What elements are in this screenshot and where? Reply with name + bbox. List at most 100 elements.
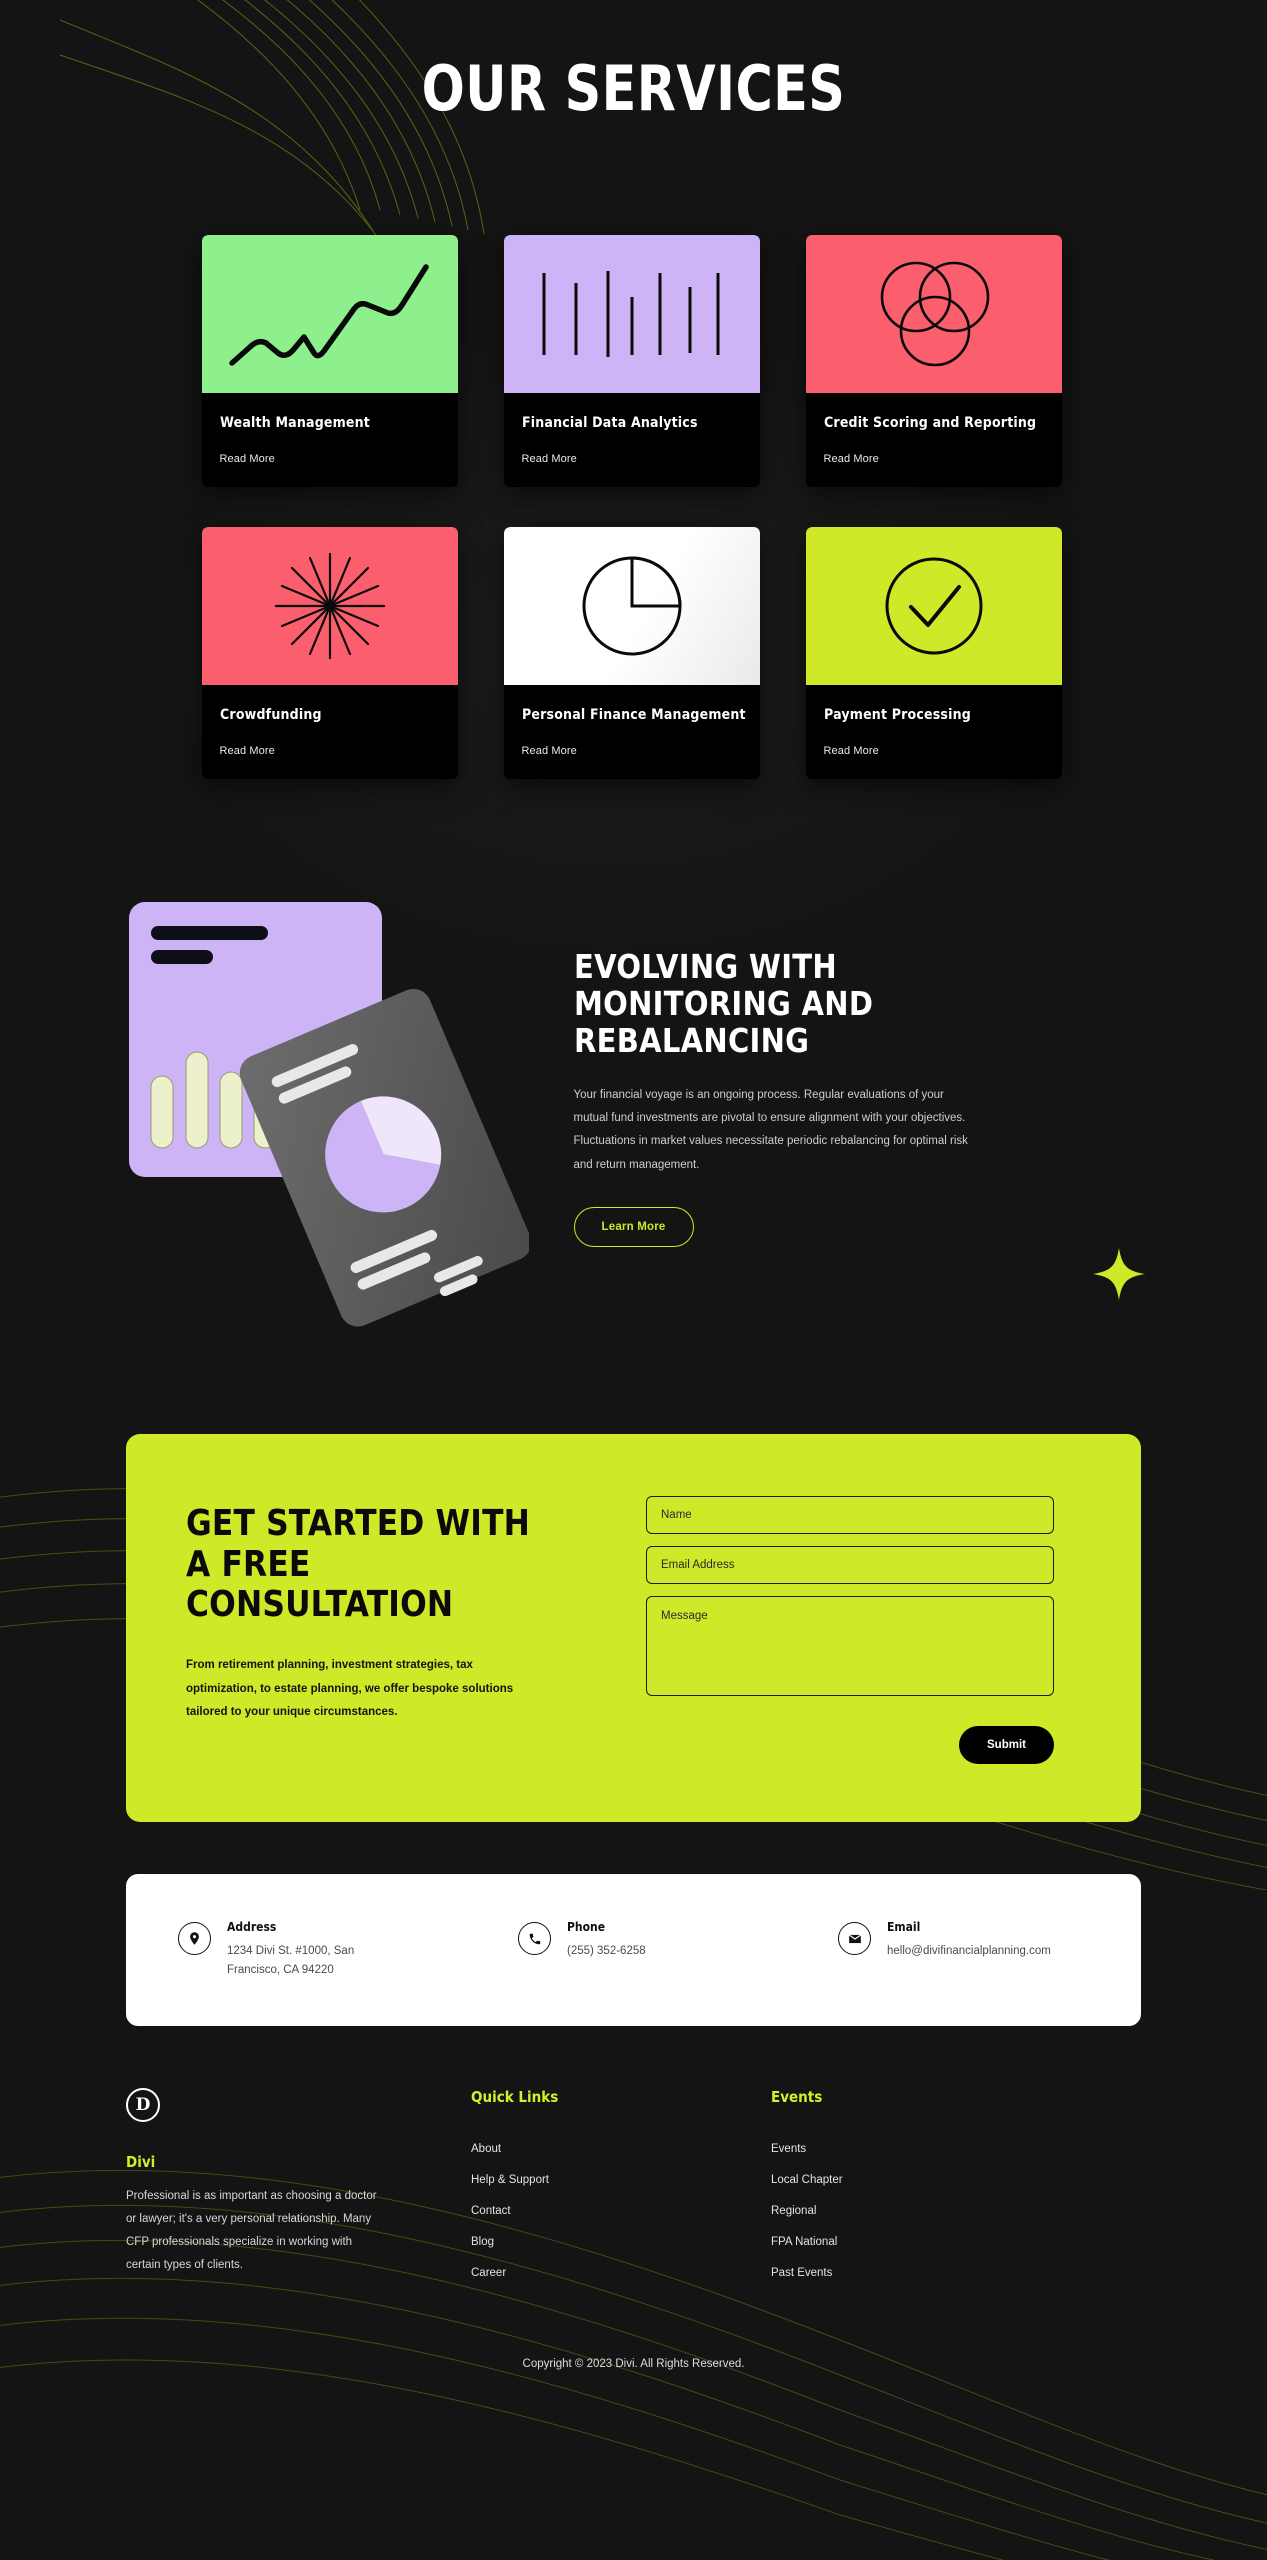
service-card[interactable]: Wealth Management Read More [201, 235, 458, 487]
page-root: OUR SERVICES Wealth Management Read More F… [0, 0, 1267, 2560]
starburst-icon [201, 527, 458, 685]
location-pin-icon [178, 1922, 211, 1955]
cta-heading: GET STARTED WITH A FREE CONSULTATION [186, 1503, 531, 1626]
footer-events-column: Events Events Local Chapter Regional FPA Na… [771, 2088, 1071, 2294]
footer-quicklinks-column: Quick Links About Help & Support Contact Bl… [471, 2088, 771, 2294]
learn-more-button[interactable]: Learn More [573, 1206, 694, 1247]
footer-list-item: FPA National [771, 2232, 1071, 2250]
contact-bar: Address 1234 Divi St. #1000, San Francisc… [126, 1874, 1141, 2026]
contact-item-label: Phone [567, 1920, 606, 1934]
contact-item-text: Email hello@divifinancialplanning.com [887, 1920, 1051, 1980]
footer-list-item: Contact [471, 2201, 771, 2219]
phone-icon [518, 1922, 551, 1955]
footer-list-item: Career [471, 2263, 771, 2281]
submit-row: Submit [646, 1726, 1054, 1764]
footer-link[interactable]: Local Chapter [771, 2174, 843, 2186]
services-section: Wealth Management Read More Financial Data… [0, 120, 1267, 970]
message-input[interactable] [646, 1596, 1054, 1696]
footer-link[interactable]: Contact [471, 2205, 511, 2217]
footer-list-item: About [471, 2139, 771, 2157]
submit-button[interactable]: Submit [959, 1726, 1054, 1764]
evolving-section: EVOLVING WITH MONITORING AND REBALANCING… [128, 894, 1145, 1354]
footer-list-item: Local Chapter [771, 2170, 1071, 2188]
service-card[interactable]: Payment Processing Read More [805, 527, 1062, 779]
envelope-icon [838, 1922, 871, 1955]
contact-item-label: Email [887, 1920, 921, 1934]
contact-item-label: Address [227, 1920, 277, 1934]
venn-circles-icon [805, 235, 1062, 393]
service-card[interactable]: Personal Finance Management Read More [503, 527, 760, 779]
footer-description: Professional is as important as choosing… [126, 2189, 377, 2271]
footer-brand-name: Divi [126, 2152, 156, 2171]
consultation-form: Submit [646, 1496, 1054, 1764]
services-grid: Wealth Management Read More Financial Data… [201, 235, 1066, 779]
service-card-title: Wealth Management [219, 415, 370, 431]
contact-item: Address 1234 Divi St. #1000, San Francisc… [178, 1920, 518, 1980]
evolving-heading: EVOLVING WITH MONITORING AND REBALANCING [573, 947, 873, 1060]
consultation-cta: GET STARTED WITH A FREE CONSULTATION Fro… [126, 1434, 1141, 1822]
footer-list-item: Blog [471, 2232, 771, 2250]
footer-link[interactable]: FPA National [771, 2236, 837, 2248]
events-list: Events Local Chapter Regional FPA National P… [771, 2139, 1071, 2281]
service-card-title: Financial Data Analytics [521, 415, 698, 431]
hero-section: OUR SERVICES [0, 0, 1267, 120]
contact-item-text: Phone (255) 352-6258 [567, 1920, 646, 1980]
read-more-link[interactable]: Read More [824, 453, 1044, 465]
footer-link[interactable]: Events [771, 2143, 806, 2155]
service-card[interactable]: Financial Data Analytics Read More [503, 235, 760, 487]
service-card-body: Credit Scoring and Reporting Read More [805, 393, 1062, 487]
footer-link[interactable]: Help & Support [471, 2174, 549, 2186]
service-card[interactable]: Crowdfunding Read More [201, 527, 458, 779]
service-card-title: Credit Scoring and Reporting [823, 415, 1036, 431]
service-card[interactable]: Credit Scoring and Reporting Read More [805, 235, 1062, 487]
divi-logo-icon: D [126, 2087, 160, 2122]
service-card-title: Personal Finance Management [521, 707, 746, 723]
cta-paragraph: From retirement planning, investment str… [186, 1659, 514, 1719]
events-heading: Events [771, 2087, 823, 2106]
footer-link[interactable]: About [471, 2143, 501, 2155]
site-footer: D Divi Professional is as important as c… [126, 2087, 1141, 2324]
contact-item-value[interactable]: (255) 352-6258 [567, 1942, 646, 1961]
quicklinks-heading: Quick Links [471, 2087, 559, 2106]
evolving-paragraph: Your financial voyage is an ongoing proc… [573, 1088, 968, 1171]
pie-chart-icon [503, 527, 760, 685]
line-chart-up-icon [201, 235, 458, 393]
read-more-link[interactable]: Read More [220, 453, 440, 465]
footer-link[interactable]: Blog [471, 2236, 494, 2248]
service-card-body: Crowdfunding Read More [201, 685, 458, 779]
service-card-body: Financial Data Analytics Read More [503, 393, 760, 487]
footer-link[interactable]: Past Events [771, 2267, 832, 2279]
copyright-text: Copyright © 2023 Divi. All Rights Reserv… [522, 2357, 745, 2370]
contact-item: Phone (255) 352-6258 [518, 1920, 838, 1980]
read-more-link[interactable]: Read More [824, 745, 1044, 757]
read-more-link[interactable]: Read More [522, 453, 742, 465]
footer-list-item: Help & Support [471, 2170, 771, 2188]
contact-item-text: Address 1234 Divi St. #1000, San Francisc… [227, 1920, 397, 1980]
email-input[interactable] [646, 1546, 1054, 1584]
quicklinks-list: About Help & Support Contact Blog Career [471, 2139, 771, 2281]
page-title: OUR SERVICES [421, 52, 846, 125]
vertical-bars-icon [503, 235, 760, 393]
evolving-text: EVOLVING WITH MONITORING AND REBALANCING… [573, 894, 994, 1247]
contact-item-value[interactable]: hello@divifinancialplanning.com [887, 1942, 1051, 1961]
service-card-title: Crowdfunding [219, 707, 322, 723]
cta-text: GET STARTED WITH A FREE CONSULTATION Fro… [186, 1496, 596, 1764]
read-more-link[interactable]: Read More [522, 745, 742, 757]
name-input[interactable] [646, 1496, 1054, 1534]
footer-link[interactable]: Career [471, 2267, 506, 2279]
check-circle-icon [805, 527, 1062, 685]
contact-item-value[interactable]: 1234 Divi St. #1000, San Francisco, CA 9… [227, 1942, 397, 1980]
contact-item: Email hello@divifinancialplanning.com [838, 1920, 1051, 1980]
service-card-body: Payment Processing Read More [805, 685, 1062, 779]
sparkle-icon [1089, 1244, 1149, 1309]
charts-illustration [128, 894, 529, 1354]
service-card-title: Payment Processing [823, 707, 971, 723]
footer-list-item: Past Events [771, 2263, 1071, 2281]
footer-brand-column: D Divi Professional is as important as c… [126, 2087, 471, 2294]
footer-link[interactable]: Regional [771, 2205, 816, 2217]
service-card-body: Wealth Management Read More [201, 393, 458, 487]
service-card-body: Personal Finance Management Read More [503, 685, 760, 779]
read-more-link[interactable]: Read More [220, 745, 440, 757]
footer-list-item: Events [771, 2139, 1071, 2157]
footer-list-item: Regional [771, 2201, 1071, 2219]
